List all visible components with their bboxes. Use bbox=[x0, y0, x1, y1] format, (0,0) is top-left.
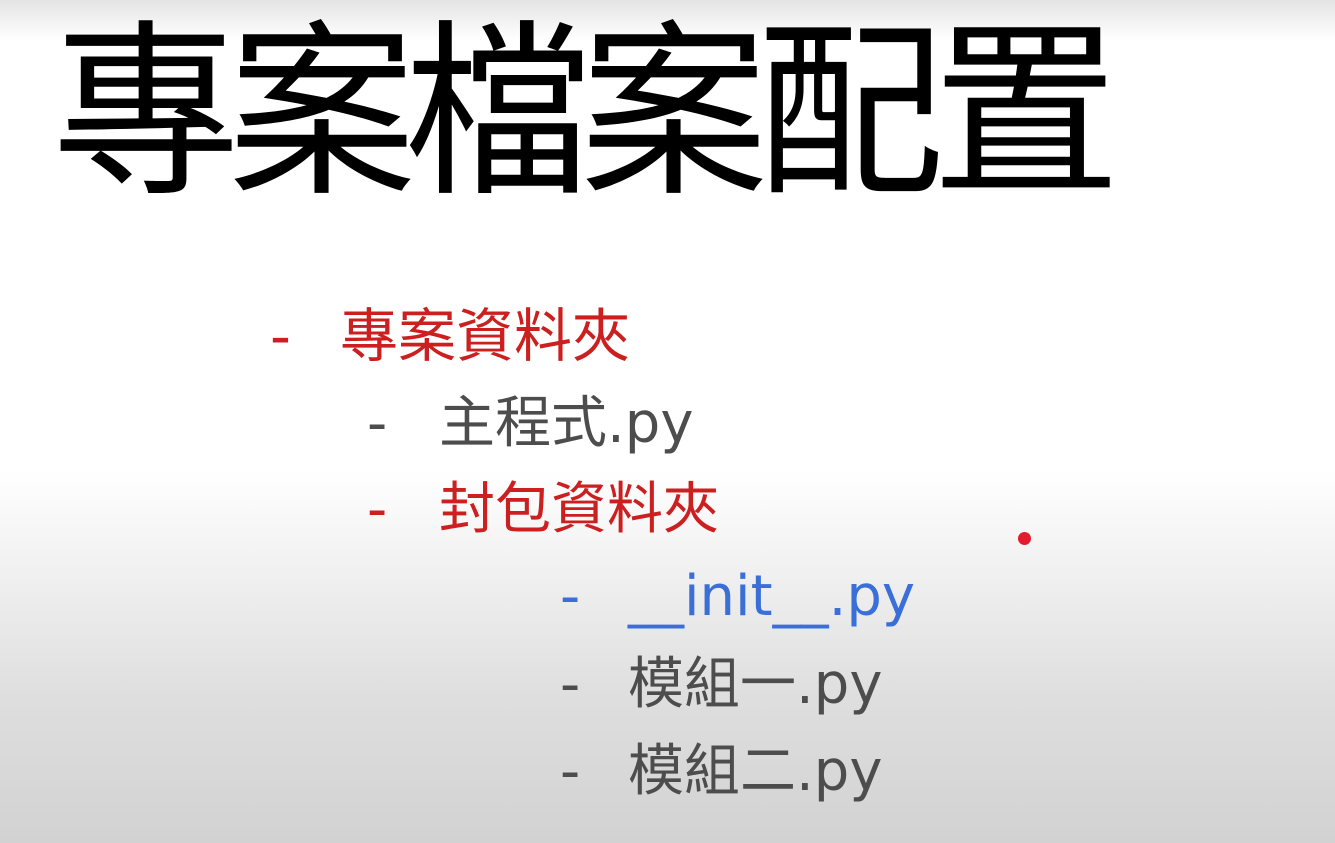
bullet-dash: - bbox=[560, 564, 581, 629]
outline-item-label: 模組二.py bbox=[628, 739, 883, 804]
laser-pointer-dot bbox=[1018, 532, 1031, 545]
outline-item-label: 模組一.py bbox=[628, 652, 883, 717]
bullet-dash: - bbox=[367, 477, 388, 542]
slide-title: 專案檔案配置 bbox=[52, 4, 1120, 223]
bullet-dash: - bbox=[367, 391, 388, 456]
outline-item-label: 專案資料夾 bbox=[340, 302, 631, 370]
bullet-dash: - bbox=[270, 302, 291, 370]
outline-item-label: 封包資料夾 bbox=[439, 477, 719, 542]
bullet-dash: - bbox=[560, 739, 581, 804]
outline-item-label: __init__.py bbox=[628, 564, 916, 629]
outline-item-label: 主程式.py bbox=[439, 391, 694, 456]
bullet-dash: - bbox=[560, 652, 581, 717]
